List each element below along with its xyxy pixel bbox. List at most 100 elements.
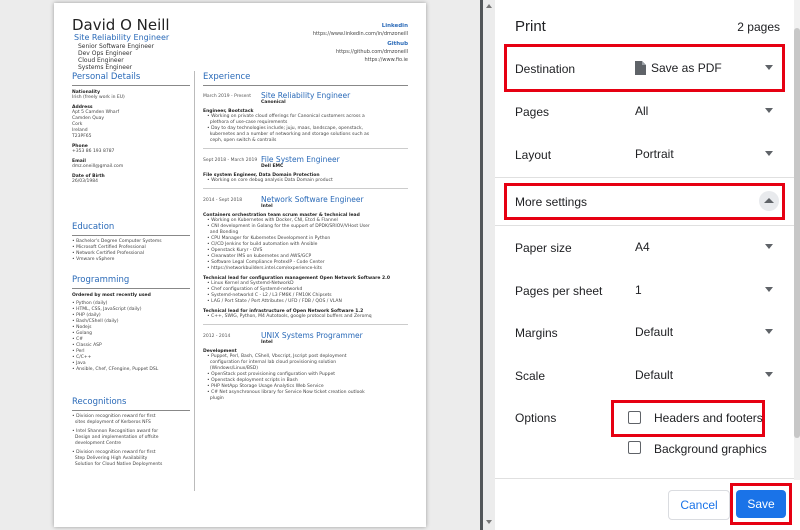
programming-list: • Python (daily) • HTML, CSS, JavaScript … — [72, 301, 190, 373]
destination-label: Destination — [515, 62, 576, 76]
job-divider — [203, 324, 408, 325]
job-divider — [203, 148, 408, 149]
pages-select[interactable]: All — [627, 97, 779, 125]
margins-value: Default — [635, 325, 674, 339]
section-rule — [72, 288, 190, 289]
job-company: Canonical — [261, 100, 286, 105]
settings-scrollbar-thumb[interactable] — [794, 28, 800, 438]
job-title-block: UNIX Systems Programmer Intel — [261, 331, 363, 345]
job-header: March 2019 - Present Site Reliability Eng… — [203, 91, 413, 105]
scale-value: Default — [635, 368, 674, 382]
section-heading: Education — [72, 222, 115, 232]
destination-select[interactable]: Save as PDF — [627, 54, 779, 82]
job-bullet: plugin — [207, 396, 224, 401]
personal-value: dmz.oneill@gmail.com — [72, 164, 124, 169]
pages-value: All — [635, 104, 649, 118]
recognition-item: • Division recognition reward for first … — [72, 450, 190, 468]
section-rule — [72, 85, 190, 86]
pages-per-sheet-value: 1 — [635, 283, 642, 297]
job-date: March 2019 - Present — [203, 94, 251, 99]
job-title: File System Engineer — [261, 155, 340, 164]
resume-subtitle: Systems Engineer — [78, 64, 133, 71]
resume-subtitle: Dev Ops Engineer — [78, 50, 133, 57]
job-bullet: • LAG / Port State / Port Attributes / U… — [207, 299, 342, 304]
resume-title: Site Reliability Engineer — [74, 33, 170, 42]
chevron-down-icon — [765, 151, 773, 156]
personal-value: T23PF65 — [72, 134, 92, 139]
pages-per-sheet-select[interactable]: 1 — [627, 276, 779, 304]
job-header: 2014 - Sept 2018 Network Software Enginee… — [203, 195, 413, 209]
resume-name: David O Neill — [72, 16, 170, 34]
chevron-down-icon — [765, 329, 773, 334]
chevron-down-icon — [765, 244, 773, 249]
job-bullet: • C++, SWIG, Python, M4 Autotools, googl… — [207, 314, 372, 319]
print-preview-area: David O Neill Site Reliability Engineer … — [0, 0, 480, 530]
more-settings-toggle[interactable]: More settings — [515, 195, 587, 209]
job-date: 2014 - Sept 2018 — [203, 198, 243, 203]
chevron-down-icon — [765, 287, 773, 292]
layout-select[interactable]: Portrait — [627, 140, 779, 168]
layout-label: Layout — [515, 148, 552, 162]
job-header: 2012 - 2014 UNIX Systems Programmer Intel — [203, 331, 413, 345]
link-url: https://github.com/dmzoneill — [335, 49, 408, 55]
job-header: Sept 2018 - March 2019 File System Engine… — [203, 155, 413, 169]
section-heading: Personal Details — [72, 72, 141, 82]
section-heading: Experience — [203, 72, 251, 82]
section-heading: Programming — [72, 275, 130, 285]
scroll-up-arrow-icon[interactable] — [486, 4, 492, 8]
headers-footers-checkbox[interactable] — [628, 411, 641, 424]
background-graphics-checkbox[interactable] — [628, 441, 641, 454]
programming-subheading: Ordered by most recently used — [72, 293, 151, 298]
link-url: https://www.fio.ie — [364, 57, 409, 63]
job-date: 2012 - 2014 — [203, 334, 231, 339]
job-bullet: • Working on core debug analysis Data Do… — [207, 178, 333, 183]
divider — [495, 478, 800, 479]
page-count: 2 pages — [737, 20, 780, 34]
job-entry: 2012 - 2014 UNIX Systems Programmer Intel D… — [203, 331, 413, 402]
pages-label: Pages — [515, 105, 550, 119]
job-title-block: File System Engineer Dell EMC — [261, 155, 340, 169]
margins-label: Margins — [515, 326, 558, 340]
headers-footers-label[interactable]: Headers and footers — [654, 411, 763, 425]
job-title: Network Software Engineer — [261, 195, 364, 204]
recognition-item: • Intel Shannon Recognition award for De… — [72, 429, 190, 447]
chevron-down-icon — [765, 372, 773, 377]
recognition-line: sites deployment of Kerberos NFS — [72, 420, 151, 425]
job-bullet: • https://networkbuilders.intel.com/expe… — [207, 266, 322, 271]
job-title: UNIX Systems Programmer — [261, 331, 363, 340]
list-item: • Vmware vSphere — [72, 257, 115, 262]
job-title-block: Network Software Engineer Intel — [261, 195, 364, 209]
resume-subtitle: Senior Software Engineer — [78, 43, 155, 50]
section-heading: Recognitions — [72, 397, 127, 407]
section-rule — [203, 85, 408, 86]
personal-details: Nationality Irish (freely work in EU) Addr… — [72, 90, 190, 185]
job-company: Intel — [261, 340, 273, 345]
job-entry: Sept 2018 - March 2019 File System Engine… — [203, 155, 413, 189]
scale-select[interactable]: Default — [627, 361, 779, 389]
cancel-button[interactable]: Cancel — [668, 490, 730, 520]
experience-list: March 2019 - Present Site Reliability Eng… — [203, 91, 413, 408]
list-item: • Ansible, Chef, CFengine, Puppet DSL — [72, 367, 159, 372]
job-entry: 2014 - Sept 2018 Network Software Enginee… — [203, 195, 413, 325]
section-rule — [72, 410, 190, 411]
chevron-down-icon — [765, 65, 773, 70]
chevron-up-icon[interactable] — [759, 191, 779, 211]
pages-per-sheet-label: Pages per sheet — [515, 284, 603, 298]
print-settings-panel: Print 2 pages Destination Save as PDF Pa… — [495, 0, 800, 530]
job-date: Sept 2018 - March 2019 — [203, 158, 258, 163]
link-heading: Github — [387, 41, 408, 47]
paper-size-select[interactable]: A4 — [627, 233, 779, 261]
personal-value: Irish (freely work in EU) — [72, 95, 125, 100]
background-graphics-label[interactable]: Background graphics — [654, 442, 767, 456]
scale-label: Scale — [515, 369, 546, 383]
recognitions-list: • Division recognition reward for first … — [72, 414, 190, 471]
education-list: • Bachelor's Degree Computer Systems • Mi… — [72, 239, 190, 263]
job-divider — [203, 188, 408, 189]
recognition-item: • Division recognition reward for first … — [72, 414, 190, 426]
margins-select[interactable]: Default — [627, 318, 779, 346]
link-url: https://www.linkedin.com/in/dmzoneill — [312, 31, 408, 37]
save-button[interactable]: Save — [736, 490, 786, 518]
recognition-line: Solution for Cloud Native Deployments — [72, 462, 163, 467]
preview-scrollbar[interactable] — [483, 0, 495, 530]
scroll-down-arrow-icon[interactable] — [486, 520, 492, 524]
